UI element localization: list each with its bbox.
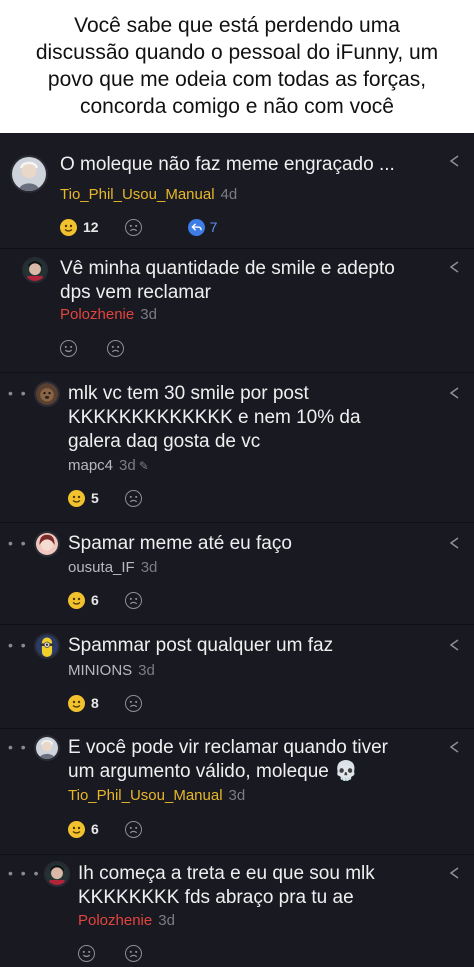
comment-text: Spammar post qualquer um faz xyxy=(68,635,334,656)
smile-icon[interactable] xyxy=(78,944,95,962)
comment-reply[interactable]: • • mlk vc tem 30 smile por post KKKKKKK… xyxy=(0,373,474,523)
username[interactable]: MINIONS xyxy=(68,662,132,679)
comment-reply[interactable]: • • E você pode vir reclamar quando tive… xyxy=(0,729,474,855)
username[interactable]: Tio_Phil_Usou_Manual xyxy=(68,787,223,804)
thread-depth-dots: • • xyxy=(8,739,28,755)
unsmile-icon[interactable] xyxy=(125,944,142,962)
anime-character-avatar-icon[interactable] xyxy=(44,861,70,887)
comment-actions: 6 xyxy=(68,589,142,611)
unsmile-icon[interactable] xyxy=(124,820,142,838)
dog-avatar-icon[interactable] xyxy=(34,381,60,407)
share-icon[interactable] xyxy=(448,387,460,399)
comment-text: mlk vc tem 30 smile por post KKKKKKKKKKK… xyxy=(68,383,361,452)
smile-icon[interactable] xyxy=(68,820,85,838)
comment-meta: ousuta_IF 3d xyxy=(68,559,157,577)
comment-text: E você pode vir reclamar quando tiver um… xyxy=(68,737,388,782)
comment-thread: O moleque não faz meme engraçado ... Tio… xyxy=(0,133,474,967)
share-icon[interactable] xyxy=(448,155,460,167)
comment-meta: Tio_Phil_Usou_Manual 3d xyxy=(68,787,245,805)
comment-reply[interactable]: • • Spammar post qualquer um faz MINIONS… xyxy=(0,625,474,729)
smile-icon[interactable] xyxy=(60,339,77,357)
comment-meta: MINIONS 3d xyxy=(68,662,155,680)
comment-meta: Tio_Phil_Usou_Manual 4d xyxy=(60,186,237,204)
comment-actions: 5 xyxy=(68,487,142,509)
share-icon[interactable] xyxy=(448,261,460,273)
thread-depth-dots: • • • xyxy=(8,865,41,881)
smile-count: 8 xyxy=(91,695,99,711)
comment-meta: Polozhenie 3d xyxy=(60,306,157,324)
meme-caption: Você sabe que está perdendo uma discussã… xyxy=(0,0,474,133)
comment-actions xyxy=(60,337,124,359)
smile-count: 12 xyxy=(83,219,99,235)
unsmile-icon[interactable] xyxy=(124,218,142,236)
comment-actions xyxy=(78,942,142,964)
caption-line: concorda comigo e não com você xyxy=(79,95,394,118)
smile-icon[interactable] xyxy=(68,694,85,712)
share-icon[interactable] xyxy=(448,741,460,753)
smile-count: 6 xyxy=(91,592,99,608)
timestamp: 3d xyxy=(140,306,157,323)
comment-text: Spamar meme até eu faço xyxy=(68,533,292,554)
share-icon[interactable] xyxy=(448,867,460,879)
username[interactable]: Polozhenie xyxy=(78,912,152,929)
comment-reply[interactable]: • Vê minha quantidade de smile e adepto … xyxy=(0,249,474,373)
anime-girl-avatar-icon[interactable] xyxy=(34,531,60,557)
comment-meta: mapc4 3d ✎ xyxy=(68,457,149,475)
old-man-avatar-icon[interactable] xyxy=(34,735,60,761)
username[interactable]: mapc4 xyxy=(68,457,113,474)
username[interactable]: Tio_Phil_Usou_Manual xyxy=(60,186,215,203)
timestamp: 3d xyxy=(138,662,155,679)
timestamp: 3d xyxy=(140,559,158,576)
comment-root[interactable]: O moleque não faz meme engraçado ... Tio… xyxy=(0,133,474,249)
thread-depth-dots: • • xyxy=(8,535,28,551)
username[interactable]: ousuta_IF xyxy=(68,559,135,576)
minion-avatar-icon[interactable] xyxy=(34,633,60,659)
old-man-avatar-icon[interactable] xyxy=(10,155,48,193)
comment-actions: 8 xyxy=(68,692,142,714)
caption-line: discussão quando o pessoal do iFunny, um xyxy=(35,41,439,64)
smile-icon[interactable] xyxy=(60,218,77,236)
timestamp: 3d xyxy=(119,457,136,474)
timestamp: 4d xyxy=(220,186,238,203)
reply-icon[interactable] xyxy=(187,218,205,236)
comment-text: Ih começa a treta e eu que sou mlk KKKKK… xyxy=(78,863,375,908)
comment-actions: 12 7 xyxy=(60,216,217,238)
timestamp: 3d xyxy=(158,912,175,929)
unsmile-icon[interactable] xyxy=(124,591,142,609)
comment-meta: Polozhenie 3d xyxy=(78,912,175,930)
comment-text: Vê minha quantidade de smile e adepto dp… xyxy=(60,258,395,303)
thread-depth-dots: • • xyxy=(8,385,28,401)
caption-line: povo que me odeia com todas as forças, xyxy=(47,68,427,91)
smile-count: 6 xyxy=(91,821,99,837)
comment-reply[interactable]: • • • Ih começa a treta e eu que sou mlk… xyxy=(0,855,474,967)
thread-depth-dots: • • xyxy=(8,637,28,653)
username[interactable]: Polozhenie xyxy=(60,306,134,323)
comment-reply[interactable]: • • Spamar meme até eu faço ousuta_IF 3d … xyxy=(0,523,474,625)
share-icon[interactable] xyxy=(448,639,460,651)
unsmile-icon[interactable] xyxy=(107,339,124,357)
share-icon[interactable] xyxy=(448,537,460,549)
smile-count: 5 xyxy=(91,490,99,506)
anime-character-avatar-icon[interactable] xyxy=(22,257,48,283)
edited-pencil-icon: ✎ xyxy=(138,459,149,473)
smile-icon[interactable] xyxy=(68,489,85,507)
unsmile-icon[interactable] xyxy=(124,489,142,507)
timestamp: 3d xyxy=(228,787,246,804)
comment-text: O moleque não faz meme engraçado ... xyxy=(60,154,395,175)
unsmile-icon[interactable] xyxy=(124,694,142,712)
smile-icon[interactable] xyxy=(68,591,85,609)
comment-actions: 6 xyxy=(68,818,142,840)
reply-count[interactable]: 7 xyxy=(210,219,218,235)
caption-line: Você sabe que está perdendo uma xyxy=(74,14,400,37)
